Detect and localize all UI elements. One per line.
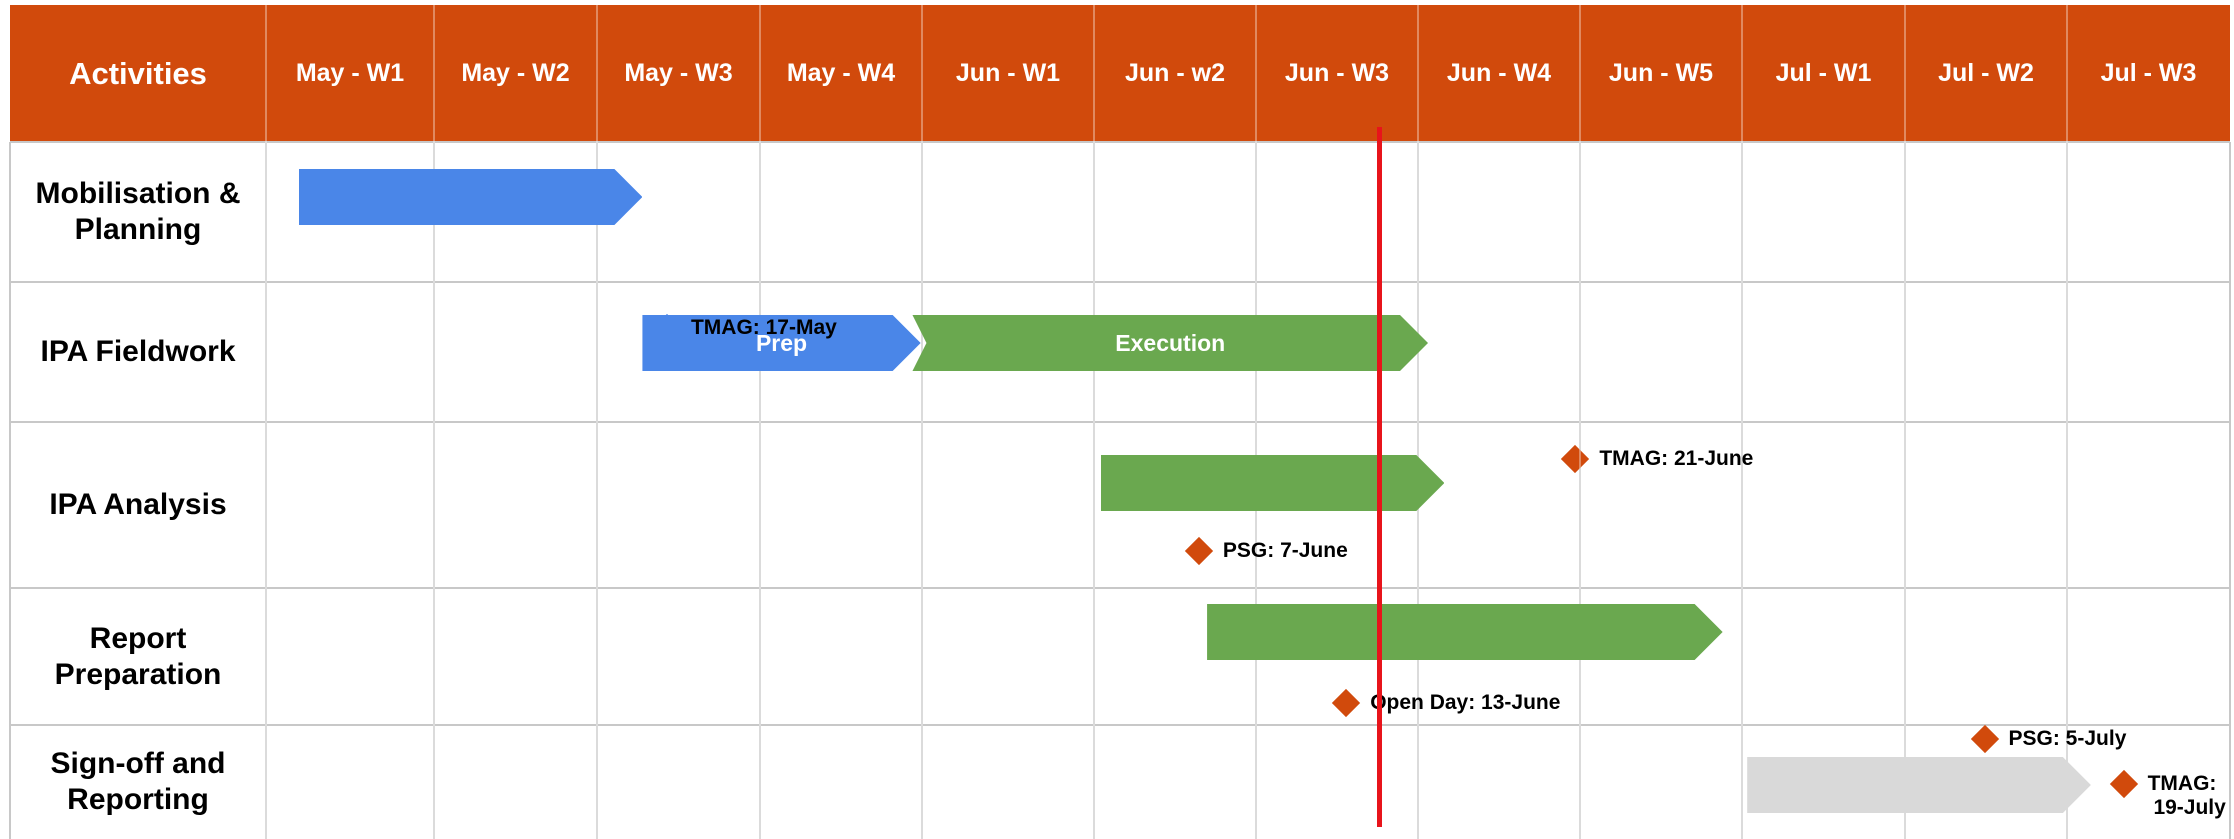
header-week: May - W4 — [760, 5, 922, 142]
activity-bar — [1747, 757, 2091, 813]
milestone-diamond — [1561, 444, 1590, 473]
grid-hline — [10, 281, 2230, 283]
activity-bar — [1207, 604, 1723, 660]
milestone-diamond — [1970, 724, 1999, 753]
header-week: Jun - W3 — [1256, 5, 1418, 142]
activity-bar — [1101, 455, 1445, 511]
header-week: May - W1 — [266, 5, 434, 142]
grid-vline — [265, 5, 267, 839]
activity-label: Report Preparation — [54, 621, 222, 691]
grid-hline — [10, 421, 2230, 423]
grid-hline — [10, 141, 2230, 143]
grid-vline — [596, 5, 598, 839]
activity-label: IPA Fieldwork — [40, 335, 236, 368]
grid-vline — [759, 5, 761, 839]
milestone-label: TMAG: 21-June — [1599, 446, 1754, 470]
activity-label: Sign-off and Reporting — [50, 747, 226, 816]
milestone-label: TMAG: 17-May — [690, 316, 837, 340]
grid-vline — [1579, 5, 1581, 839]
milestone-diamond — [1332, 688, 1361, 718]
gantt-stage: Activities May - W1 May - W2 May - W3 May - … — [0, 0, 2234, 839]
activity-label: IPA Analysis — [49, 488, 227, 521]
header-week: Jun - W5 — [1580, 5, 1742, 142]
today-marker-line — [1376, 127, 1382, 827]
milestone-label: PSG: 7-June — [1222, 539, 1348, 563]
milestone-label: PSG: 5-July — [2008, 726, 2127, 750]
grid-vline — [1904, 5, 1906, 839]
grid-vline — [1741, 5, 1743, 839]
milestone-label: Open Day: 13-June — [1370, 691, 1561, 715]
grid-hline — [10, 724, 2230, 726]
header-week: Jun - W4 — [1418, 5, 1580, 142]
gantt-chart: Activities May - W1 May - W2 May - W3 May - … — [0, 0, 2234, 839]
header-week: May - W2 — [434, 5, 597, 142]
header-week: Jun - W1 — [922, 5, 1094, 142]
grid-vline — [1093, 5, 1095, 839]
milestone-diamond — [2109, 770, 2138, 799]
grid-vline — [1255, 5, 1257, 839]
milestone-diamond — [1184, 537, 1214, 566]
activity-bar — [299, 169, 643, 225]
header-week: Jul - W2 — [1905, 5, 2067, 142]
activity-bar: Execution — [912, 315, 1428, 371]
grid-vline — [2066, 5, 2068, 839]
grid-vline — [2229, 142, 2231, 839]
grid-hline — [10, 587, 2230, 589]
header-week: May - W3 — [597, 5, 760, 142]
grid-vline — [433, 5, 435, 839]
grid-vline — [921, 5, 923, 839]
milestone-label: TMAG: 19-July — [2147, 772, 2226, 820]
activity-label: Mobilisation & Planning — [35, 177, 241, 246]
header-activities: Activities — [10, 5, 266, 142]
header-week: Jun - w2 — [1094, 5, 1256, 142]
header-week: Jul - W3 — [2067, 5, 2230, 142]
header-week: Jul - W1 — [1742, 5, 1905, 142]
